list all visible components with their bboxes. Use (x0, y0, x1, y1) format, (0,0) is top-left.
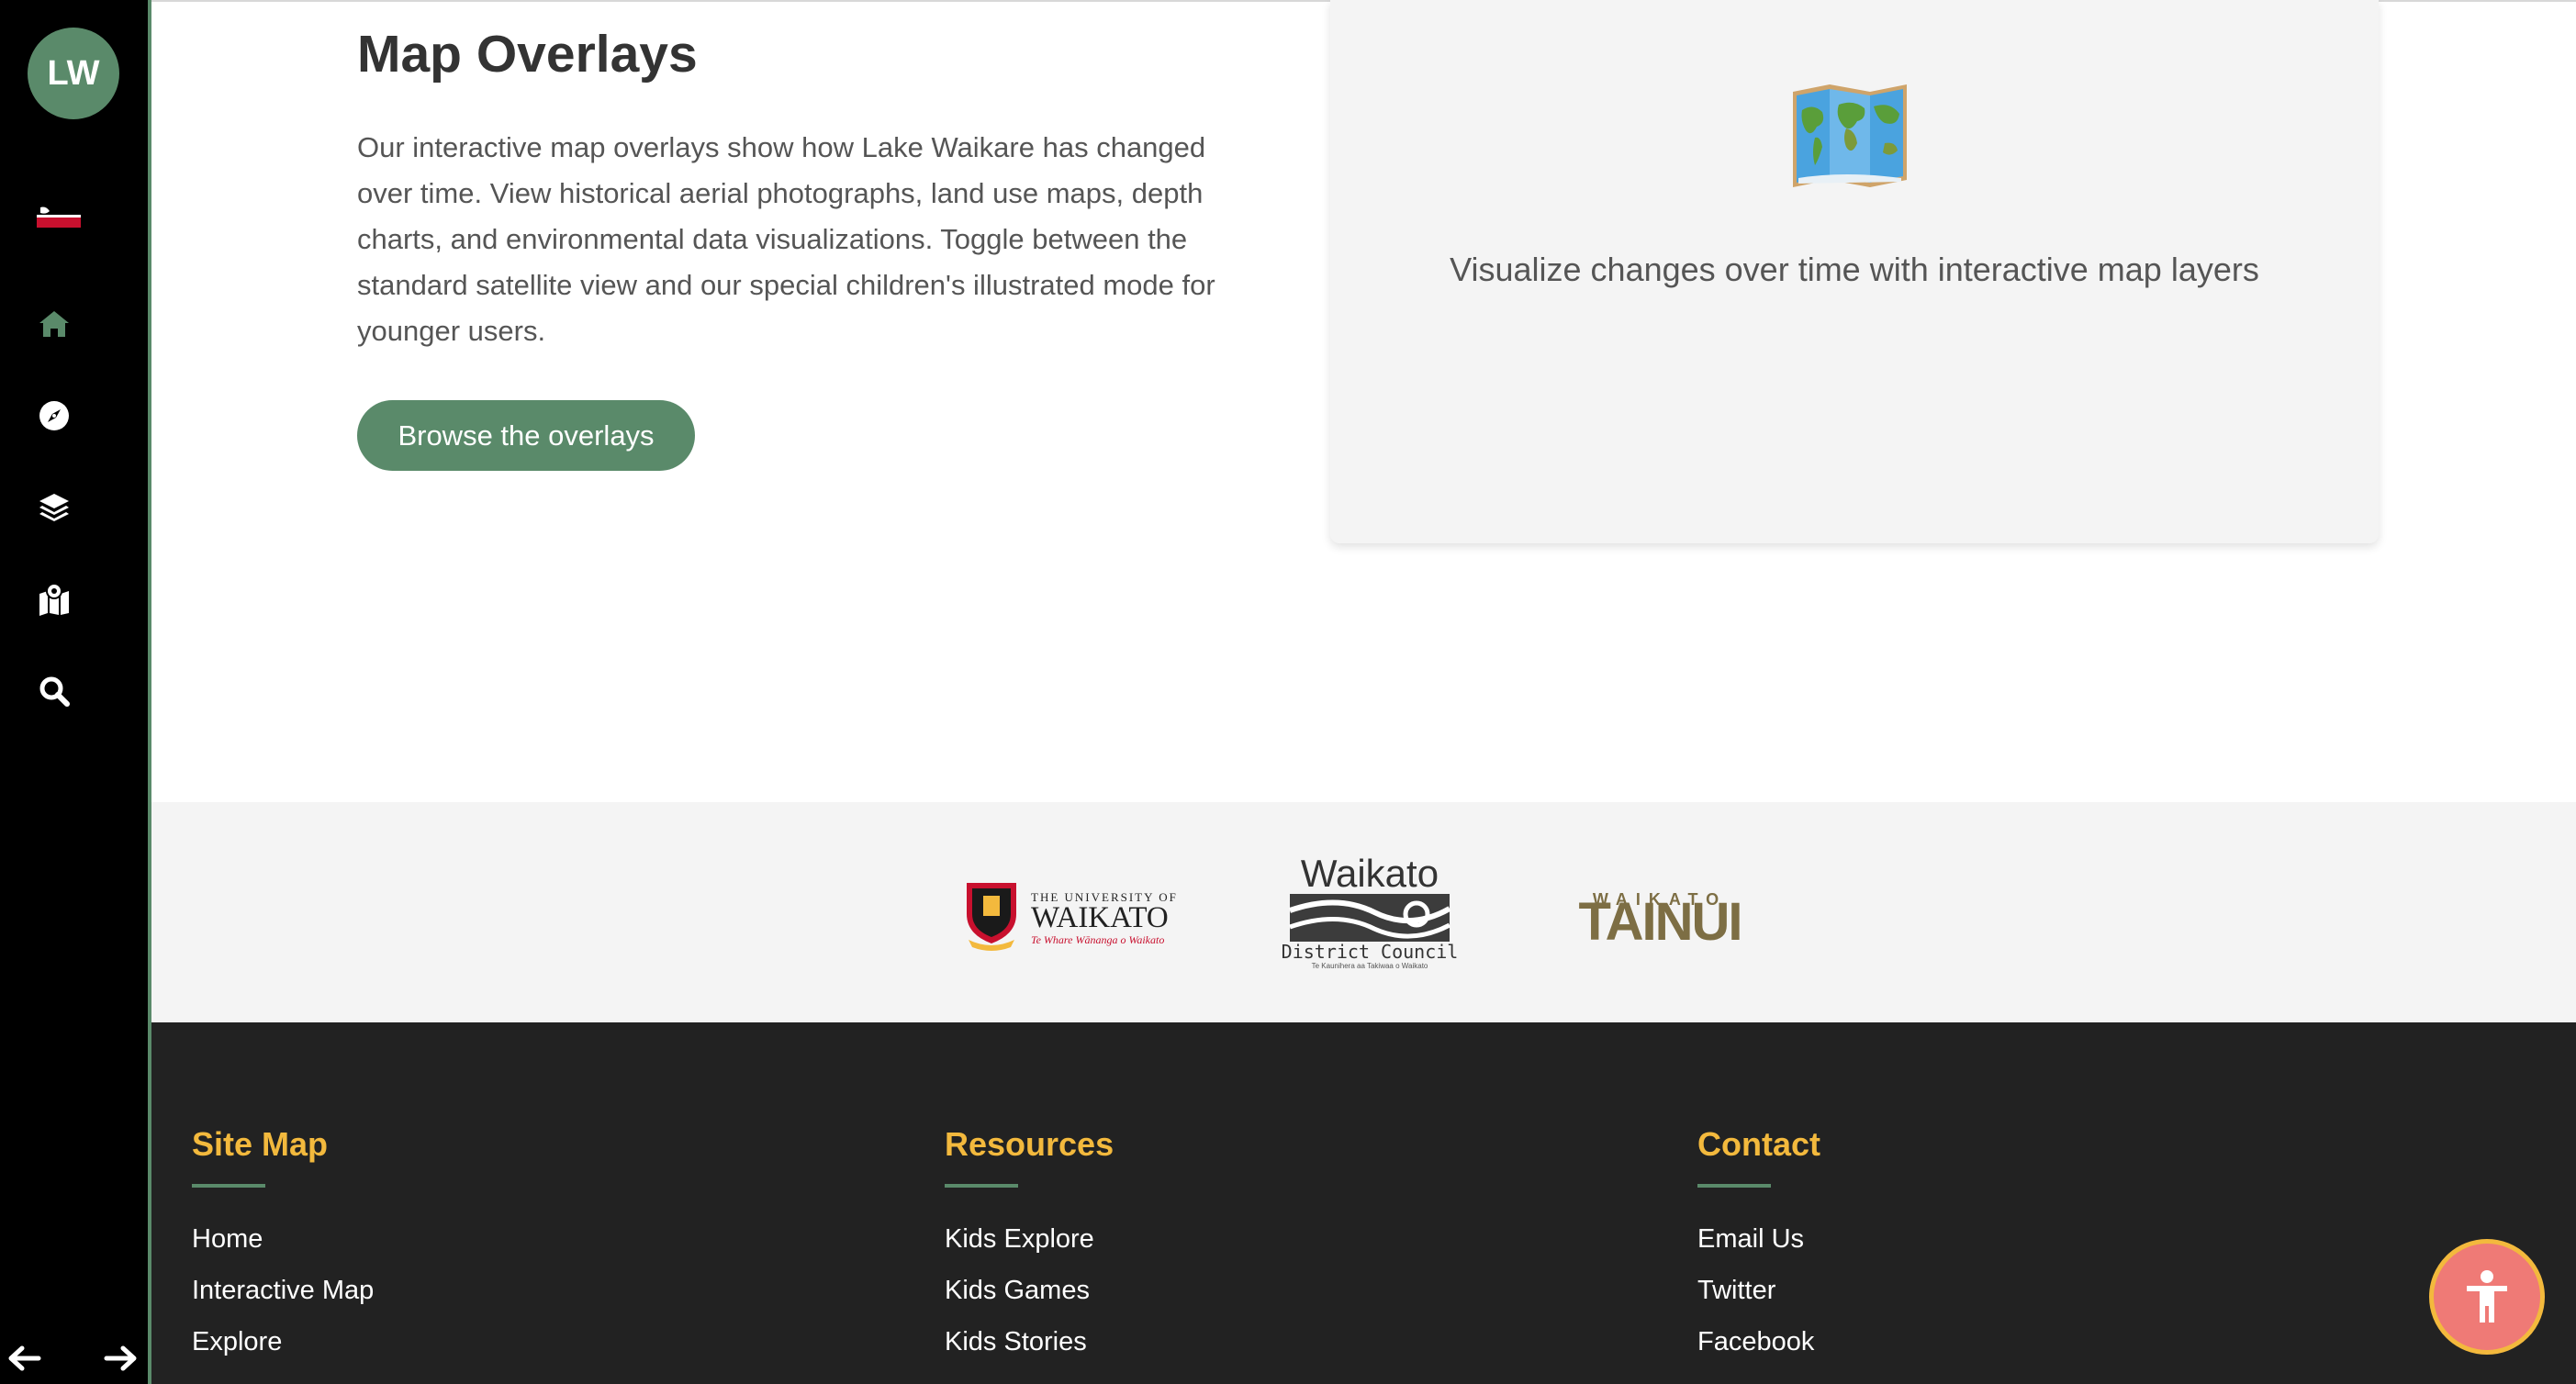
footer: Site Map Home Interactive Map Explore Re… (151, 1022, 2576, 1384)
waikato-district-council-logo[interactable]: Waikato District Council Te Kaunihera aa… (1282, 852, 1459, 970)
footer-heading: Resources (945, 1125, 1114, 1163)
footer-link-explore[interactable]: Explore (192, 1316, 374, 1367)
svg-text:Te Kaunihera aa Takiwaa o Waik: Te Kaunihera aa Takiwaa o Waikato (1312, 962, 1428, 969)
accessibility-button[interactable] (2429, 1239, 2545, 1355)
card-caption: Visualize changes over time with interac… (1450, 251, 2259, 288)
waikato-tainui-logo[interactable]: WAIKATO TAINUI (1547, 883, 1773, 952)
svg-text:WAIKATO: WAIKATO (1031, 901, 1169, 934)
home-icon[interactable] (33, 303, 75, 345)
svg-text:Te Whare Wānanga o Waikato: Te Whare Wānanga o Waikato (1031, 933, 1164, 946)
arrow-right-icon[interactable] (101, 1340, 143, 1377)
map-marker-icon[interactable] (33, 578, 75, 620)
footer-link-kids-games[interactable]: Kids Games (945, 1265, 1114, 1316)
footer-link-kids-explore[interactable]: Kids Explore (945, 1213, 1114, 1265)
arrow-left-icon[interactable] (6, 1340, 48, 1377)
heading-underline (1697, 1184, 1771, 1188)
university-of-waikato-logo[interactable]: THE UNIVERSITY OF WAIKATO Te Whare Wānan… (963, 877, 1193, 951)
search-icon[interactable] (33, 670, 75, 712)
university-crest-icon: THE UNIVERSITY OF WAIKATO Te Whare Wānan… (967, 883, 1176, 951)
footer-contact: Contact Email Us Twitter Facebook (1697, 1125, 1820, 1367)
svg-text:District Council: District Council (1282, 941, 1457, 963)
svg-text:TAINUI: TAINUI (1578, 892, 1741, 947)
avatar[interactable]: LW (28, 28, 119, 119)
district-council-emblem-icon: Waikato District Council Te Kaunihera aa… (1282, 852, 1459, 970)
footer-link-email[interactable]: Email Us (1697, 1213, 1820, 1265)
partner-logos: THE UNIVERSITY OF WAIKATO Te Whare Wānan… (151, 802, 2576, 1022)
svg-text:Waikato: Waikato (1301, 854, 1439, 895)
sidebar: LW (0, 0, 151, 1384)
main-content: Map Overlays Our interactive map overlay… (151, 0, 2576, 1384)
footer-link-facebook[interactable]: Facebook (1697, 1316, 1820, 1367)
heading-underline (945, 1184, 1018, 1188)
section-title: Map Overlays (357, 25, 698, 84)
overlays-info-card: Visualize changes over time with interac… (1330, 0, 2379, 543)
new-zealand-maori-flag-icon[interactable] (37, 204, 81, 228)
footer-link-kids-stories[interactable]: Kids Stories (945, 1316, 1114, 1367)
footer-resources: Resources Kids Explore Kids Games Kids S… (945, 1125, 1114, 1367)
footer-heading: Contact (1697, 1125, 1820, 1163)
footer-link-twitter[interactable]: Twitter (1697, 1265, 1820, 1316)
footer-sitemap: Site Map Home Interactive Map Explore (192, 1125, 374, 1367)
accessibility-person-icon (2467, 1270, 2507, 1323)
footer-heading: Site Map (192, 1125, 329, 1163)
world-map-icon (1793, 84, 1907, 187)
footer-link-home[interactable]: Home (192, 1213, 374, 1265)
heading-underline (192, 1184, 265, 1188)
section-description: Our interactive map overlays show how La… (357, 131, 1215, 347)
compass-icon[interactable] (33, 395, 75, 437)
footer-link-interactive-map[interactable]: Interactive Map (192, 1265, 374, 1316)
layers-icon[interactable] (33, 486, 75, 529)
tainui-wordmark-icon: WAIKATO TAINUI (1578, 890, 1742, 952)
browse-overlays-button[interactable]: Browse the overlays (357, 400, 695, 471)
